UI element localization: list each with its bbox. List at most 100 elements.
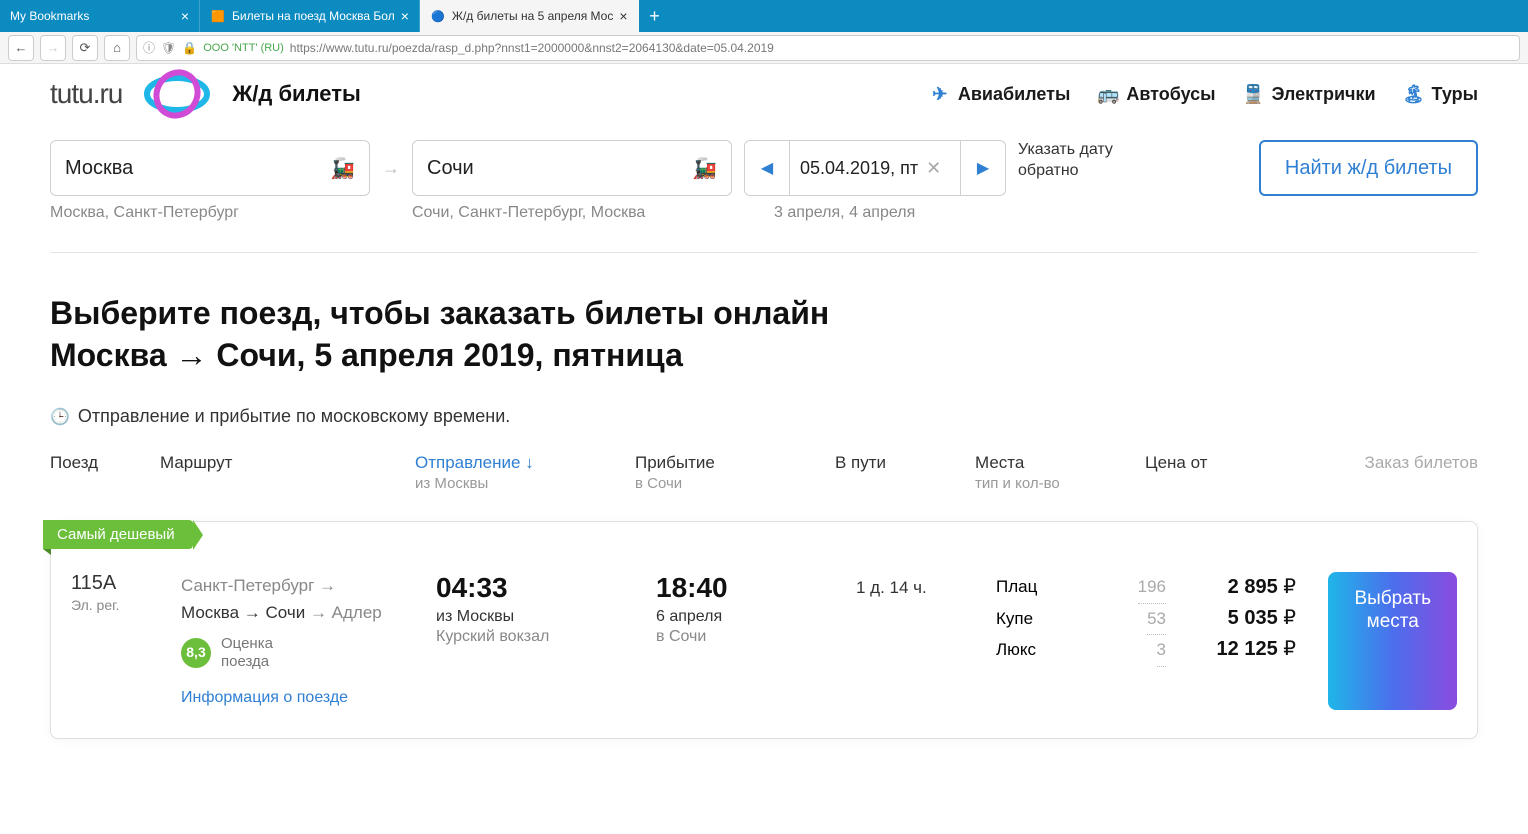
- browser-tab[interactable]: 🟧 Билеты на поезд Москва Бол ×: [200, 0, 420, 32]
- tab-label: Билеты на поезд Москва Бол: [232, 9, 395, 23]
- seat-row[interactable]: Люкс 3: [996, 635, 1166, 667]
- duration-col: 1 д. 14 ч.: [856, 572, 996, 710]
- close-icon[interactable]: ×: [619, 8, 627, 24]
- new-tab-button[interactable]: +: [639, 0, 671, 32]
- col-departure[interactable]: Отправление ↓ из Москвы: [415, 453, 635, 493]
- palm-icon: 🏝: [1402, 82, 1426, 106]
- swap-button[interactable]: →: [382, 140, 400, 196]
- select-seats-button[interactable]: Выбратьместа: [1328, 572, 1457, 710]
- close-icon[interactable]: ×: [401, 8, 409, 24]
- col-seats: Места тип и кол-во: [975, 453, 1145, 493]
- seat-row[interactable]: Плац 196: [996, 572, 1166, 604]
- col-arrival-sub: в Сочи: [635, 475, 682, 492]
- col-departure-sub: из Москвы: [415, 475, 488, 492]
- top-nav: ✈ Авиабилеты 🚌 Автобусы 🚆 Электрички 🏝 Т…: [928, 82, 1478, 106]
- forward-button[interactable]: →: [40, 35, 66, 61]
- browser-tab-active[interactable]: 🔵 Ж/д билеты на 5 апреля Мос ×: [420, 0, 639, 32]
- route-col: Санкт-Петербург → Москва → Сочи → Адлер …: [181, 572, 436, 710]
- route-after: → Адлер: [310, 603, 382, 622]
- suggestions-row: Москва, Санкт-Петербург Сочи, Санкт-Пете…: [50, 204, 1478, 222]
- title-line1: Выберите поезд, чтобы заказать билеты он…: [50, 295, 829, 331]
- seat-type: Плац: [996, 572, 1037, 604]
- tab-label: My Bookmarks: [10, 9, 175, 23]
- arrival-col: 18:40 6 апреля в Сочи: [656, 572, 856, 710]
- logo-area: tutu.ru Ж/д билеты: [50, 68, 361, 120]
- train-card: Самый дешевый 115А Эл. рег. Санкт-Петерб…: [50, 521, 1478, 739]
- from-suggestions[interactable]: Москва, Санкт-Петербург: [50, 204, 370, 222]
- to-suggestions[interactable]: Сочи, Санкт-Петербург, Москва: [412, 204, 752, 222]
- train-icon: 🚆: [1242, 82, 1266, 106]
- to-input[interactable]: Сочи 🚂: [412, 140, 732, 196]
- timezone-note: 🕒 Отправление и прибытие по московскому …: [50, 406, 1478, 427]
- rating[interactable]: 8,3 Оценкапоезда: [181, 635, 436, 671]
- col-arrival-label: Прибытие: [635, 453, 715, 472]
- tabs-bar: My Bookmarks × 🟧 Билеты на поезд Москва …: [0, 0, 1528, 32]
- departure-col: 04:33 из Москвы Курский вокзал: [436, 572, 656, 710]
- col-departure-label: Отправление ↓: [415, 453, 534, 472]
- route-before: Санкт-Петербург →: [181, 572, 436, 599]
- back-button[interactable]: ←: [8, 35, 34, 61]
- nav-bar: ← → ⟳ ⌂ ⓘ 🛡 🔒 OOO 'NTT' (RU) https://www…: [0, 32, 1528, 64]
- train-sub: Эл. рег.: [71, 597, 181, 613]
- clear-icon[interactable]: ✕: [926, 158, 941, 179]
- url-bar[interactable]: ⓘ 🛡 🔒 OOO 'NTT' (RU) https://www.tutu.ru…: [136, 35, 1520, 61]
- nav-label: Туры: [1432, 84, 1478, 105]
- nav-avia[interactable]: ✈ Авиабилеты: [928, 82, 1070, 106]
- seat-type: Люкс: [996, 635, 1036, 667]
- date-value: 05.04.2019, пт: [800, 158, 918, 179]
- seat-count: 3: [1157, 635, 1166, 667]
- date-input[interactable]: 05.04.2019, пт ✕: [790, 140, 960, 196]
- train-info-link[interactable]: Информация о поезде: [181, 685, 348, 711]
- logo-text[interactable]: tutu.ru: [50, 78, 122, 110]
- browser-tab[interactable]: My Bookmarks ×: [0, 0, 200, 32]
- browser-chrome: My Bookmarks × 🟧 Билеты на поезд Москва …: [0, 0, 1528, 64]
- rating-label: Оценкапоезда: [221, 635, 273, 671]
- column-headers: Поезд Маршрут Отправление ↓ из Москвы Пр…: [50, 453, 1478, 503]
- tab-label: Ж/д билеты на 5 апреля Мос: [452, 9, 613, 23]
- title-line2: Москва → Сочи, 5 апреля 2019, пятница: [50, 337, 683, 373]
- seat-count: 196: [1138, 572, 1166, 604]
- nav-tours[interactable]: 🏝 Туры: [1402, 82, 1478, 106]
- col-price: Цена от: [1145, 453, 1275, 493]
- train-icon: 🚂: [330, 156, 355, 181]
- arr-sub: в Сочи: [656, 628, 856, 646]
- col-order: Заказ билетов: [1275, 453, 1478, 493]
- plane-icon: ✈: [928, 82, 952, 106]
- favicon-icon: 🔵: [430, 8, 446, 24]
- clock-icon: 🕒: [50, 407, 70, 427]
- site-identity: OOO 'NTT' (RU): [203, 42, 284, 54]
- page-title: Выберите поезд, чтобы заказать билеты он…: [50, 293, 1478, 376]
- nav-label: Авиабилеты: [958, 84, 1070, 105]
- seat-row[interactable]: Купе 53: [996, 604, 1166, 636]
- url-text: https://www.tutu.ru/poezda/rasp_d.php?nn…: [290, 41, 774, 55]
- col-train: Поезд: [50, 453, 160, 493]
- date-next-button[interactable]: ▶: [960, 140, 1006, 196]
- site-header: tutu.ru Ж/д билеты ✈ Авиабилеты 🚌 Автобу…: [50, 64, 1478, 140]
- date-suggestions[interactable]: 3 апреля, 4 апреля: [774, 204, 915, 222]
- home-button[interactable]: ⌂: [104, 35, 130, 61]
- logo-icon: [142, 68, 212, 120]
- page-subtitle: Ж/д билеты: [232, 81, 360, 107]
- action-col: Выбратьместа: [1296, 572, 1457, 710]
- from-input[interactable]: Москва 🚂: [50, 140, 370, 196]
- to-value: Сочи: [427, 157, 474, 180]
- nav-bus[interactable]: 🚌 Автобусы: [1096, 82, 1215, 106]
- col-duration: В пути: [835, 453, 975, 493]
- date-prev-button[interactable]: ◀: [744, 140, 790, 196]
- timezone-text: Отправление и прибытие по московскому вр…: [78, 406, 510, 427]
- seat-count: 53: [1147, 604, 1166, 636]
- dep-time: 04:33: [436, 572, 656, 604]
- price-col: 2 895 ₽ 5 035 ₽ 12 125 ₽: [1166, 572, 1296, 710]
- train-id-col: 115А Эл. рег.: [71, 572, 181, 710]
- find-tickets-button[interactable]: Найти ж/д билеты: [1259, 140, 1478, 196]
- nav-elec[interactable]: 🚆 Электрички: [1242, 82, 1376, 106]
- nav-label: Автобусы: [1126, 84, 1215, 105]
- return-date-link[interactable]: Указать дату обратно: [1018, 140, 1128, 182]
- lock-icon: 🔒: [182, 41, 197, 55]
- nav-label: Электрички: [1272, 84, 1376, 105]
- reload-button[interactable]: ⟳: [72, 35, 98, 61]
- close-icon[interactable]: ×: [181, 8, 189, 24]
- dep-station: Курский вокзал: [436, 628, 656, 646]
- route-active: Москва → Сочи: [181, 603, 305, 622]
- cheapest-badge: Самый дешевый: [43, 520, 193, 549]
